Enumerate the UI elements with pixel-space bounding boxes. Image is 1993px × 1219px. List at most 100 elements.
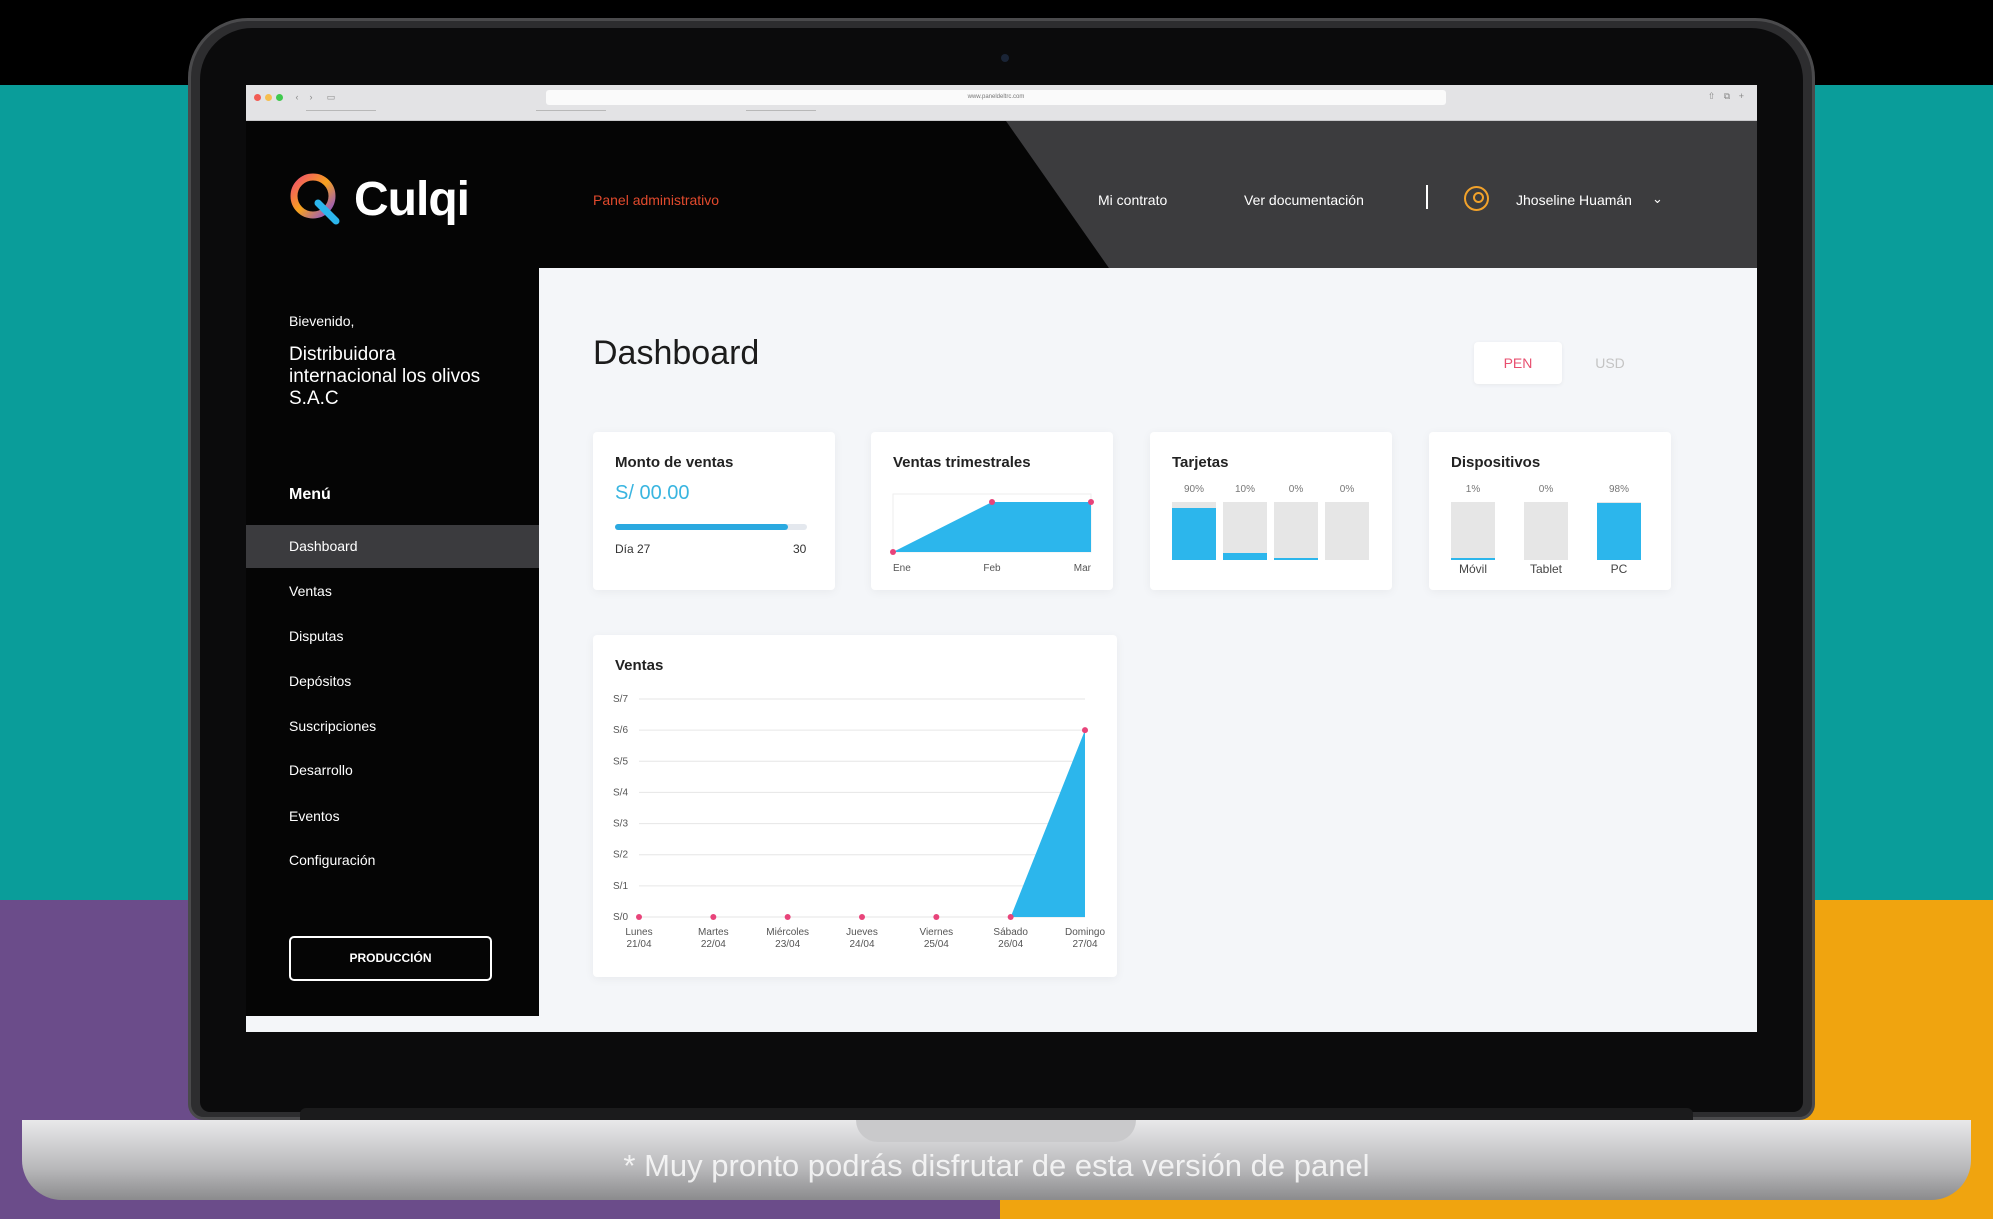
card-tarjetas: Tarjetas 90% 10% 0% 0% <box>1150 432 1392 590</box>
page-title: Dashboard <box>593 334 760 372</box>
y-tick-label: S/2 <box>613 850 628 861</box>
x-tick-date-label: 21/04 <box>626 939 651 950</box>
sidebar-item-eventos[interactable]: Eventos <box>246 795 539 838</box>
device-bar-fill <box>1451 557 1495 560</box>
device-label: Móvil <box>1458 562 1487 576</box>
device-bar <box>1597 502 1641 560</box>
culqi-logo-icon <box>290 173 340 225</box>
app-header: Culqi Panel administrativo Mi contrato V… <box>246 121 1757 268</box>
minimize-window-icon[interactable] <box>265 94 272 101</box>
address-bar[interactable]: www.paneldeltrc.com <box>546 90 1446 105</box>
progress-end-label: 30 <box>793 542 807 556</box>
sidebar-item-desarrollo[interactable]: Desarrollo <box>246 749 539 792</box>
device-bar <box>1451 502 1495 560</box>
currency-pen-toggle[interactable]: PEN <box>1474 342 1562 384</box>
card-dispositivos: Dispositivos 1% Móvil 0% Tablet 98% PC <box>1429 432 1671 590</box>
card-ventas-chart: Ventas S/0 S/1 S/2 S/3 S/4 S/5 S/6 S/7 Lunes 21/0… <box>593 635 1117 977</box>
card-title: Tarjetas <box>1172 454 1229 471</box>
contract-link[interactable]: Mi contrato <box>1098 192 1167 208</box>
sales-point <box>859 914 865 920</box>
y-tick-label: S/5 <box>613 756 628 767</box>
footer-note: * Muy pronto podrás disfrutar de esta ve… <box>623 1148 1370 1183</box>
x-tick-day-label: Viernes <box>919 927 953 938</box>
x-tick-date-label: 22/04 <box>701 939 726 950</box>
device-bar-pct: 1% <box>1465 484 1481 495</box>
panel-admin-link[interactable]: Panel administrativo <box>593 192 719 208</box>
tab-indicator[interactable] <box>746 110 816 111</box>
y-tick-label: S/7 <box>613 694 628 705</box>
currency-usd-toggle[interactable]: USD <box>1566 342 1654 384</box>
close-window-icon[interactable] <box>254 94 261 101</box>
y-tick-label: S/3 <box>613 819 628 830</box>
sales-point <box>1082 727 1088 734</box>
documentation-link[interactable]: Ver documentación <box>1244 192 1364 208</box>
x-tick-date-label: 23/04 <box>775 939 800 950</box>
forward-icon[interactable]: › <box>304 91 318 103</box>
device-bar-pct: 0% <box>1538 484 1554 495</box>
user-name[interactable]: Jhoseline Huamán <box>1516 192 1632 208</box>
card-bar <box>1223 502 1267 560</box>
card-ventas-trimestrales: Ventas trimestrales Ene Feb Mar <box>871 432 1113 590</box>
sidebar-item-depositos[interactable]: Depósitos <box>246 660 539 703</box>
card-bar-pct: 10% <box>1234 484 1255 495</box>
x-tick-day-label: Miércoles <box>766 927 809 938</box>
device-bar <box>1524 502 1568 560</box>
tab-indicator[interactable] <box>306 110 376 111</box>
tab-indicator[interactable] <box>536 110 606 111</box>
browser-share-icon[interactable]: ⇧ ⧉ + <box>1708 91 1747 102</box>
quarterly-tick-label: Feb <box>983 563 1001 574</box>
month-progress-fill <box>615 524 788 530</box>
menu-title: Menú <box>289 486 331 503</box>
card-bar-pct: 0% <box>1339 484 1355 495</box>
weekly-sales-chart: S/0 S/1 S/2 S/3 S/4 S/5 S/6 S/7 Lunes21/04 Martes… <box>613 694 1105 950</box>
sidebar: Bievenido, Distribuidora internacional l… <box>246 268 539 1016</box>
sidebar-item-suscripciones[interactable]: Suscripciones <box>246 705 539 748</box>
quarterly-point-feb <box>989 499 995 505</box>
quarterly-area <box>893 502 1091 552</box>
nav-divider <box>1426 185 1428 209</box>
sidebar-item-configuracion[interactable]: Configuración <box>246 839 539 882</box>
quarterly-point-ene <box>890 549 896 555</box>
sidebar-item-ventas[interactable]: Ventas <box>246 570 539 613</box>
production-button[interactable]: PRODUCCIÓN <box>289 936 492 981</box>
quarterly-point-mar <box>1088 499 1094 505</box>
quarterly-tick-label: Mar <box>1074 563 1092 574</box>
device-label: PC <box>1610 562 1628 576</box>
y-tick-label: S/6 <box>613 725 628 736</box>
sales-point <box>710 914 717 920</box>
sales-point <box>636 914 642 920</box>
screen: ‹ › ▭ www.paneldeltrc.com ⇧ ⧉ + Culqi Pa… <box>246 85 1757 1032</box>
quarterly-chart: Ene Feb Mar <box>890 493 1094 574</box>
laptop-notch <box>856 1120 1136 1142</box>
back-icon[interactable]: ‹ <box>290 91 304 103</box>
sales-point <box>784 914 791 920</box>
main-content: Dashboard PEN USD Monto de ventas S/ 00.… <box>539 268 1757 1016</box>
x-tick-day-label: Domingo <box>1065 927 1105 938</box>
progress-start-label: Día 27 <box>615 542 651 556</box>
sidebar-toggle-icon[interactable]: ▭ <box>324 91 338 103</box>
card-bar-fill <box>1172 507 1216 560</box>
welcome-text: Bievenido, <box>289 313 355 329</box>
x-tick-day-label: Lunes <box>625 927 652 938</box>
user-avatar-icon[interactable] <box>1464 186 1489 211</box>
device-label: Tablet <box>1529 562 1563 576</box>
sales-amount: S/ 00.00 <box>615 482 690 504</box>
card-bar-fill <box>1223 553 1267 560</box>
x-tick-day-label: Martes <box>698 927 729 938</box>
chevron-down-icon[interactable]: ⌄ <box>1652 191 1663 207</box>
card-bar <box>1274 502 1318 560</box>
sales-point <box>933 914 940 920</box>
device-bar-fill <box>1597 503 1641 560</box>
sales-point <box>1007 914 1014 920</box>
card-title: Monto de ventas <box>615 454 734 471</box>
sidebar-item-disputas[interactable]: Disputas <box>246 615 539 658</box>
sidebar-item-dashboard[interactable]: Dashboard <box>246 525 539 568</box>
x-tick-day-label: Jueves <box>846 927 878 938</box>
x-tick-date-label: 26/04 <box>998 939 1023 950</box>
maximize-window-icon[interactable] <box>276 94 283 101</box>
device-bar-pct: 98% <box>1608 484 1629 495</box>
card-bar-pct: 0% <box>1288 484 1304 495</box>
x-tick-date-label: 27/04 <box>1072 939 1097 950</box>
card-title: Dispositivos <box>1451 454 1541 471</box>
card-bar-pct: 90% <box>1183 484 1204 495</box>
